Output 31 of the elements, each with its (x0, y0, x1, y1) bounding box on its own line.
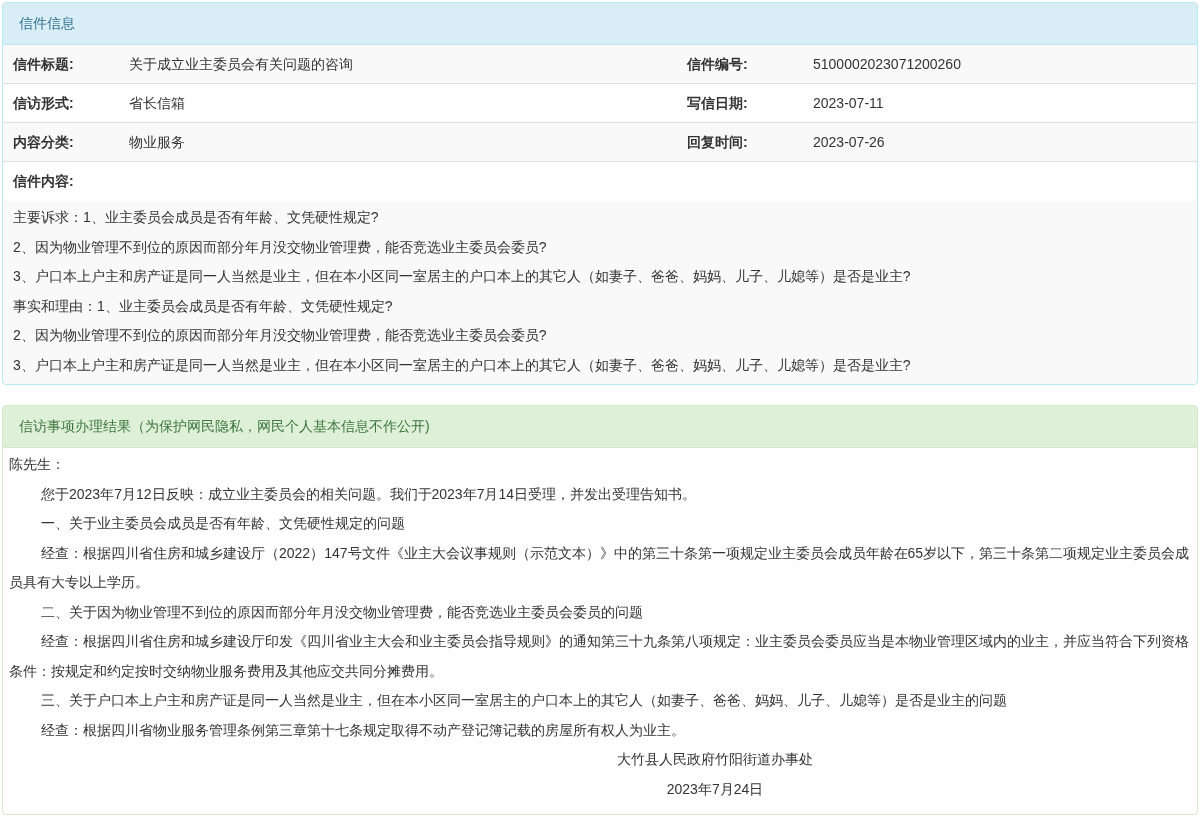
letter-content-line: 3、户口本上户主和房产证是同一人当然是业主，但在本小区同一室居主的户口本上的其它人（如妻子、爸爸、妈妈、儿子、儿媳等）是否是业主? (13, 267, 912, 286)
field-label: 写信日期: (687, 93, 749, 113)
field-value: 2023-07-26 (813, 132, 885, 152)
field-value: 5100002023071200260 (813, 54, 961, 74)
signature-line: 2023年7月24日 (665, 779, 765, 799)
reply-paragraph: 经查：根据四川省物业服务管理条例第三章第十七条规定取得不动产登记簿记载的房屋所有权人为业主。 (40, 720, 686, 740)
field-label: 信件编号: (687, 54, 749, 74)
reply-paragraph: 经查：根据四川省住房和城乡建设厅（2022）147号文件《业主大会议事规则（示范文本）》中的第三十条第一项规定业主委员会成员年龄在65岁以下，第三十条第二项规定业主委员会成员具有大专以上学历。 (9, 543, 1191, 592)
field-value: 关于成立业主委员会有关问题的咨询 (129, 54, 354, 74)
reply-paragraph: 经查：根据四川省住房和城乡建设厅印发《四川省业主大会和业主委员会指导规则》的通知第三十九条第八项规定：业主委员会委员应当是本物业管理区域内的业主，并应当符合下列资格条件：按规定和约定按时交纳物业服务费用及其他应交共同分摊费用。 (9, 632, 1190, 681)
field-label: 信件内容: (12, 172, 74, 191)
letter-content-line: 3、户口本上户主和房产证是同一人当然是业主，但在本小区同一室居主的户口本上的其它人（如妻子、爸爸、妈妈、儿子、儿媳等）是否是业主? (13, 355, 912, 375)
field-value: 2023-07-11 (813, 93, 884, 113)
letter-content-line: 2、因为物业管理不到位的原因而部分年月没交物业管理费，能否竞选业主委员会委员? (13, 326, 548, 345)
field-value: 省长信箱 (129, 93, 186, 113)
field-label: 信件标题: (12, 54, 75, 74)
reply-paragraph: 三、关于户口本上户主和房产证是同一人当然是业主，但在本小区同一室居主的户口本上的其它人（如妻子、爸爸、妈妈、儿子、儿媳等）是否是业主的问题 (40, 691, 1008, 710)
field-label: 回复时间: (687, 132, 749, 152)
field-label: 信访形式: (12, 93, 75, 113)
letter-content-line: 2、因为物业管理不到位的原因而部分年月没交物业管理费，能否竞选业主委员会委员? (13, 237, 548, 257)
letter-content-line: 主要诉求：1、业主委员会成员是否有年龄、文凭硬性规定? (13, 208, 380, 227)
reply-paragraph: 二、关于因为物业管理不到位的原因而部分年月没交物业管理费，能否竞选业主委员会委员的问题 (40, 602, 644, 622)
field-value: 物业服务 (129, 132, 186, 152)
letter-content-line: 事实和理由：1、业主委员会成员是否有年龄、文凭硬性规定? (13, 296, 394, 316)
reply-paragraph: 一、关于业主委员会成员是否有年龄、文凭硬性规定的问题 (40, 514, 406, 533)
reply-paragraph: 陈先生： (9, 455, 66, 474)
panel-title: 信访事项办理结果（为保护网民隐私，网民个人基本信息不作公开) (19, 417, 430, 436)
panel-title: 信件信息 (19, 14, 75, 33)
reply-paragraph: 您于2023年7月12日反映：成立业主委员会的相关问题。我们于2023年7月14日受理，并发出受理告知书。 (40, 484, 697, 504)
field-label: 内容分类: (12, 132, 75, 152)
signature-line: 大竹县人民政府竹阳街道办事处 (616, 750, 814, 769)
